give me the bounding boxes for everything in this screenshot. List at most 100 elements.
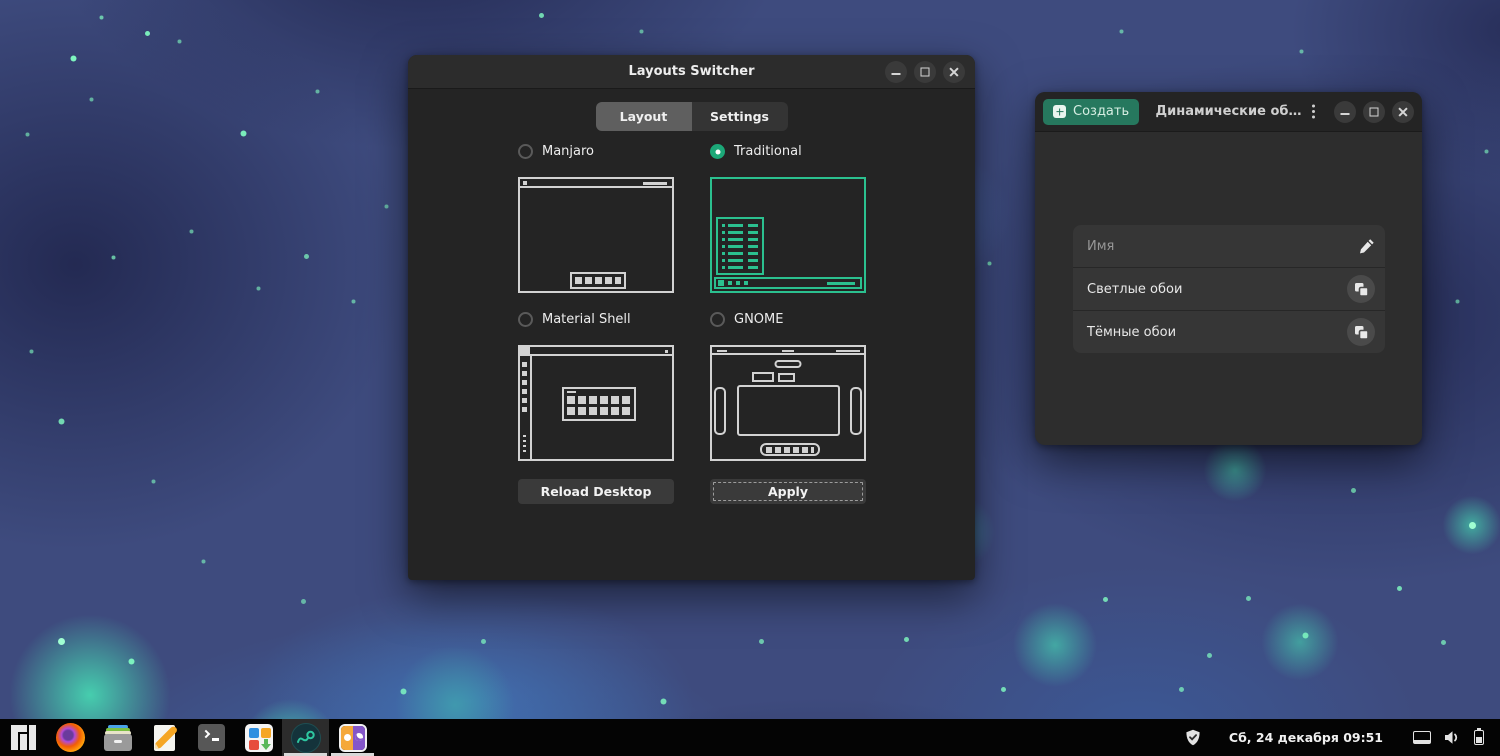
dark-wallpaper-row[interactable]: Тёмные обои [1073,310,1385,353]
layouts-switcher-icon [290,722,321,753]
menu-button[interactable] [1302,101,1324,123]
thumb-grid-title [567,391,576,393]
radio-circle[interactable] [518,144,533,159]
create-button-label: Создать [1073,104,1130,119]
thumb-app-grid [562,387,636,421]
manjaro-menu-icon [11,725,36,750]
name-row[interactable]: Имя [1073,225,1385,267]
thumb-grid-row [567,407,631,415]
thumb-menu-items-2 [748,224,758,269]
thumb-workspace-1 [752,372,774,382]
software-center-icon [244,723,273,752]
dynamic-wallpapers-window: Создать Динамические об… Имя Светлые обо… [1035,92,1422,445]
terminal-icon [198,724,225,751]
light-wallpaper-label: Светлые обои [1087,281,1183,297]
taskbar-app-text-editor[interactable] [141,719,188,756]
taskbar: Сб, 24 декабря 09:51 [0,719,1500,756]
taskbar-app-manjaro-menu[interactable] [0,719,47,756]
minimize-button[interactable] [885,61,907,83]
thumb-sidebar-dots [523,435,526,452]
radio-material-shell[interactable]: Material Shell [518,312,631,327]
radio-circle[interactable] [518,312,533,327]
thumb-taskbar [714,277,862,289]
minimize-button[interactable] [1334,100,1356,123]
thumb-dock [760,443,820,456]
create-button[interactable]: Создать [1043,98,1140,125]
thumb-sidebar-icons [522,362,527,413]
dyn-header-right [1302,100,1414,123]
thumbnail-material-shell-layout[interactable] [518,345,674,461]
close-button[interactable] [943,61,965,83]
taskbar-app-software-center[interactable] [235,719,282,756]
dynamic-wallpapers-icon [338,723,367,752]
window-controls [885,61,965,83]
thumb-dock-icons [766,446,814,453]
system-tray: Сб, 24 декабря 09:51 [1185,727,1500,746]
display-icon[interactable] [1413,731,1431,744]
vertical-dots-icon [1311,110,1315,113]
radio-circle[interactable] [710,312,725,327]
taskbar-app-file-manager[interactable] [94,719,141,756]
maximize-button[interactable] [914,61,936,83]
thumb-menu-bullets [722,224,725,269]
thumb-topbar-right [836,349,860,352]
pencil-icon[interactable] [1359,238,1375,254]
radio-label: Traditional [734,144,802,159]
layouts-titlebar[interactable]: Layouts Switcher [408,55,975,89]
thumb-topbar [530,347,672,356]
thumb-topbar-center [782,349,794,352]
thumbnail-traditional-layout[interactable] [710,177,866,293]
tab-settings[interactable]: Settings [691,102,788,131]
radio-label: Material Shell [542,312,631,327]
battery-icon[interactable] [1474,727,1484,745]
apply-button[interactable]: Apply [710,479,866,504]
thumb-menu-dot [523,181,527,185]
thumb-menu-items [728,224,743,269]
dyn-headerbar[interactable]: Создать Динамические об… [1035,92,1422,132]
light-wallpaper-row[interactable]: Светлые обои [1073,267,1385,310]
document-new-icon [1053,105,1066,118]
window-title: Layouts Switcher [628,64,755,79]
wallpaper-settings-list: Имя Светлые обои Тёмные обои [1073,225,1385,353]
volume-icon[interactable] [1444,730,1461,745]
thumb-topbar-left [717,349,727,352]
close-button[interactable] [1392,100,1414,123]
shield-check-icon[interactable] [1185,729,1201,746]
dyn-window-title: Динамические об… [1155,104,1302,119]
thumb-tray-line [827,282,855,285]
thumb-workspace-2 [778,373,795,382]
choose-light-wallpaper-button[interactable] [1347,275,1375,303]
thumbnail-gnome-layout[interactable] [710,345,866,461]
sun-icon [340,725,353,750]
insert-image-icon [1354,282,1369,297]
name-field[interactable]: Имя [1087,239,1114,254]
radio-traditional[interactable]: Traditional [710,144,802,159]
thumb-dock-icons [575,277,621,284]
wallpaper-particles [0,0,3,3]
radio-manjaro[interactable]: Manjaro [518,144,594,159]
thumb-side-panel-left [714,387,726,435]
thumbnail-manjaro-layout[interactable] [518,177,674,293]
choose-dark-wallpaper-button[interactable] [1347,318,1375,346]
taskbar-app-dynamic-wallpapers[interactable] [329,719,376,756]
taskbar-app-terminal[interactable] [188,719,235,756]
thumb-search-pill [774,360,802,368]
thumb-task-icons [728,281,750,285]
clock[interactable]: Сб, 24 декабря 09:51 [1229,730,1383,745]
thumb-corner-block [520,347,530,356]
thumb-main-window [737,385,840,436]
thumb-app-menu [716,217,764,275]
thumb-sidebar-line [530,356,532,459]
taskbar-app-layouts-switcher[interactable] [282,719,329,756]
moon-icon [352,725,365,750]
thumb-side-panel-right [850,387,862,435]
radio-circle-selected[interactable] [710,144,725,159]
radio-label: Manjaro [542,144,595,159]
maximize-button[interactable] [1363,100,1385,123]
taskbar-app-firefox[interactable] [47,719,94,756]
reload-desktop-button[interactable]: Reload Desktop [518,479,674,504]
radio-gnome[interactable]: GNOME [710,312,783,327]
text-editor-icon [151,724,179,752]
tab-layout[interactable]: Layout [595,102,692,131]
thumb-tray-line [643,182,667,185]
